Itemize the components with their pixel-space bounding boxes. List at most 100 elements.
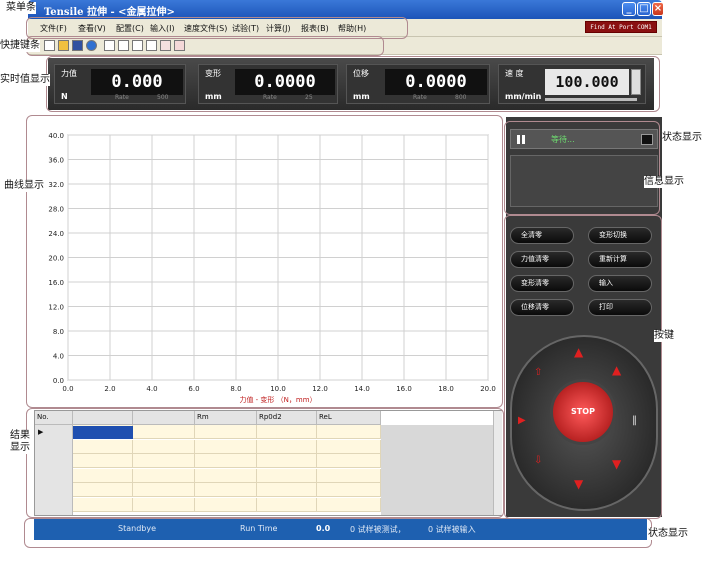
- menu-item-help[interactable]: 帮助(H): [338, 23, 366, 34]
- force-label: 力值: [61, 69, 77, 78]
- input-button[interactable]: 输入: [588, 275, 652, 292]
- x-tick-label: 14.0: [354, 385, 370, 393]
- selected-cell[interactable]: [73, 426, 133, 439]
- state-text: 等待...: [551, 135, 575, 144]
- menu-item-input[interactable]: 输入(I): [150, 23, 175, 34]
- menu-item-file[interactable]: 文件(F): [40, 23, 67, 34]
- window-title: Tensile 拉伸 - <金属拉伸>: [44, 7, 175, 18]
- menu-item-speed-file[interactable]: 速度文件(S): [184, 23, 227, 34]
- x-tick-label: 20.0: [480, 385, 496, 393]
- table-cell[interactable]: [73, 468, 133, 483]
- deform-switch-button[interactable]: 变形切换: [588, 227, 652, 244]
- help-icon[interactable]: [86, 40, 97, 51]
- table-cell[interactable]: [195, 439, 257, 454]
- y-tick-label: 24.0: [48, 230, 64, 238]
- x-tick-label: 10.0: [270, 385, 286, 393]
- table-cell[interactable]: [257, 425, 317, 439]
- state-led: [641, 134, 653, 145]
- x-tick-label: 0.0: [62, 385, 73, 393]
- table-cell[interactable]: [73, 497, 133, 512]
- table-cell[interactable]: [195, 497, 257, 512]
- table-cell[interactable]: [195, 425, 257, 439]
- table-cell[interactable]: [317, 497, 381, 512]
- return-up-icon[interactable]: ⇧: [534, 367, 544, 381]
- table-cell[interactable]: [73, 439, 133, 454]
- status-bar: Standbye Run Time 0.0 0 试样被测试， 0 试样被输入: [34, 519, 647, 540]
- displacement-label: 位移: [353, 69, 369, 78]
- clear-force-button[interactable]: 力值清零: [510, 251, 574, 268]
- current-row-marker: ▶: [38, 428, 44, 436]
- clear-all-button[interactable]: 全清零: [510, 227, 574, 244]
- menu-item-view[interactable]: 查看(V): [78, 23, 106, 34]
- displacement-rate-label: Rate: [413, 94, 427, 101]
- print-button[interactable]: 打印: [588, 299, 652, 316]
- down-arrow-icon[interactable]: ▼: [612, 457, 624, 471]
- table-cell[interactable]: [133, 425, 195, 439]
- annot-result: 结果显示: [10, 430, 32, 454]
- minimize-button[interactable]: _: [622, 2, 636, 16]
- table-cell[interactable]: [73, 483, 133, 497]
- table-cell[interactable]: [257, 439, 317, 454]
- chart-view-icon[interactable]: [104, 40, 115, 51]
- curve-icon[interactable]: [146, 40, 157, 51]
- new-file-icon[interactable]: [44, 40, 55, 51]
- displacement-value: 0.0000: [385, 69, 487, 95]
- table-cell[interactable]: [133, 497, 195, 512]
- table-scrollbar[interactable]: [493, 411, 502, 515]
- return-down-icon[interactable]: ⇩: [534, 455, 544, 469]
- menu-item-calc[interactable]: 计算(J): [266, 23, 291, 34]
- table-cell[interactable]: [317, 483, 381, 497]
- realtime-panel: 力值 N 0.000 Rate 500 变形 mm 0.0000 Rate 25…: [48, 58, 654, 110]
- save-icon[interactable]: [72, 40, 83, 51]
- zoom-icon[interactable]: [132, 40, 143, 51]
- play-left-icon[interactable]: ▶: [518, 415, 528, 429]
- menu-item-test[interactable]: 试验(T): [232, 23, 259, 34]
- up-fast-arrow-icon[interactable]: ▲: [574, 345, 586, 359]
- table-cell[interactable]: [195, 468, 257, 483]
- menu-item-config[interactable]: 配置(C): [116, 23, 144, 34]
- col-header-rp0d2: Rp0d2: [257, 411, 317, 425]
- table-view-icon[interactable]: [118, 40, 129, 51]
- annot-status-bottom: 状态显示: [648, 528, 688, 540]
- menu-item-report[interactable]: 报表(B): [301, 23, 329, 34]
- x-tick-label: 18.0: [438, 385, 454, 393]
- control-panel: 等待... 全清零 变形切换 力值清零 重新计算 变形清零 输入 位移清零 打印…: [506, 117, 662, 517]
- annot-info: 信息显示: [644, 176, 684, 188]
- open-folder-icon[interactable]: [58, 40, 69, 51]
- table-cell[interactable]: [257, 454, 317, 468]
- y-tick-label: 0.0: [53, 377, 64, 385]
- speed-value-input[interactable]: 100.000: [545, 69, 629, 95]
- speed-slider[interactable]: [545, 98, 637, 101]
- maximize-button[interactable]: □: [637, 2, 651, 16]
- table-cell[interactable]: [317, 439, 381, 454]
- table-cell[interactable]: [133, 454, 195, 468]
- down-fast-arrow-icon[interactable]: ▼: [574, 477, 586, 491]
- up-arrow-icon[interactable]: ▲: [612, 363, 624, 377]
- table-cell[interactable]: [133, 439, 195, 454]
- table-cell[interactable]: [133, 468, 195, 483]
- y-tick-label: 12.0: [48, 304, 64, 312]
- table-cell[interactable]: [257, 483, 317, 497]
- clear-displacement-button[interactable]: 位移清零: [510, 299, 574, 316]
- col-header-blank-2: [133, 411, 195, 425]
- report-icon[interactable]: [160, 40, 171, 51]
- table-cell[interactable]: [257, 497, 317, 512]
- stop-button[interactable]: STOP: [550, 379, 616, 445]
- table-cell[interactable]: [133, 483, 195, 497]
- deform-display: 变形 mm 0.0000 Rate 25: [198, 64, 338, 104]
- deform-rate: 25: [305, 94, 313, 101]
- speed-spinner[interactable]: [631, 69, 641, 95]
- table-cell[interactable]: [195, 454, 257, 468]
- table-cell[interactable]: [257, 468, 317, 483]
- pause-right-icon[interactable]: ‖: [632, 415, 642, 429]
- runtime-label: Run Time: [240, 524, 278, 533]
- table-cell[interactable]: [317, 454, 381, 468]
- table-cell[interactable]: [317, 425, 381, 439]
- clear-deform-button[interactable]: 变形清零: [510, 275, 574, 292]
- table-cell[interactable]: [73, 454, 133, 468]
- table-cell[interactable]: [195, 483, 257, 497]
- close-button[interactable]: ×: [652, 2, 664, 16]
- print-icon[interactable]: [174, 40, 185, 51]
- table-cell[interactable]: [317, 468, 381, 483]
- recalculate-button[interactable]: 重新计算: [588, 251, 652, 268]
